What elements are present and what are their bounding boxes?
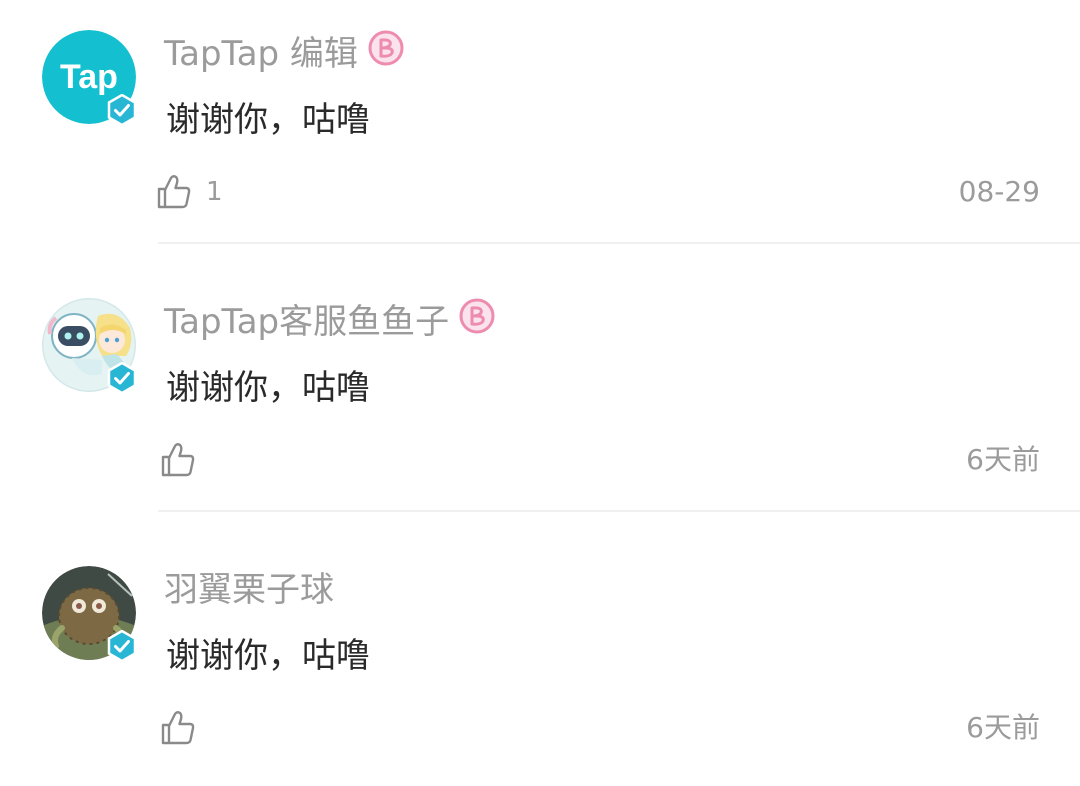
verified-icon <box>106 94 138 126</box>
username-label[interactable]: 羽翼栗子球 <box>164 570 334 610</box>
thumbs-up-icon <box>161 711 195 745</box>
verified-icon <box>106 362 138 394</box>
username[interactable]: TapTap客服鱼鱼子 <box>164 298 495 343</box>
verified-icon <box>106 630 138 662</box>
logo-text: Tap <box>60 58 118 96</box>
timestamp: 6天前 <box>966 443 1040 476</box>
username[interactable]: 羽翼栗子球 <box>164 570 334 610</box>
timestamp: 6天前 <box>966 711 1040 744</box>
username-label[interactable]: TapTap 编辑 <box>164 34 358 74</box>
comment-text: 谢谢你，咕噜 <box>166 636 370 676</box>
comment-item: TapTap客服鱼鱼子 谢谢你，咕噜 6天前 <box>0 268 1080 518</box>
like-button[interactable] <box>160 440 210 480</box>
thumbs-up-icon <box>161 443 195 477</box>
username-label[interactable]: TapTap客服鱼鱼子 <box>164 302 449 342</box>
comment-text: 谢谢你，咕噜 <box>166 100 370 140</box>
comment-item: Tap TapTap 编辑 谢谢你，咕噜 1 08-29 <box>0 0 1080 250</box>
comment-item: 羽翼栗子球 谢谢你，咕噜 6天前 <box>0 536 1080 786</box>
username[interactable]: TapTap 编辑 <box>164 30 404 75</box>
like-button[interactable] <box>160 708 210 748</box>
divider <box>158 242 1080 244</box>
pink-b-badge-icon <box>368 30 404 75</box>
timestamp: 08-29 <box>958 175 1040 208</box>
thumbs-up-icon <box>157 175 191 209</box>
comment-text: 谢谢你，咕噜 <box>166 368 370 408</box>
like-count: 1 <box>206 177 223 207</box>
pink-b-badge-icon <box>459 298 495 343</box>
like-button[interactable]: 1 <box>156 172 223 212</box>
divider <box>158 510 1080 512</box>
